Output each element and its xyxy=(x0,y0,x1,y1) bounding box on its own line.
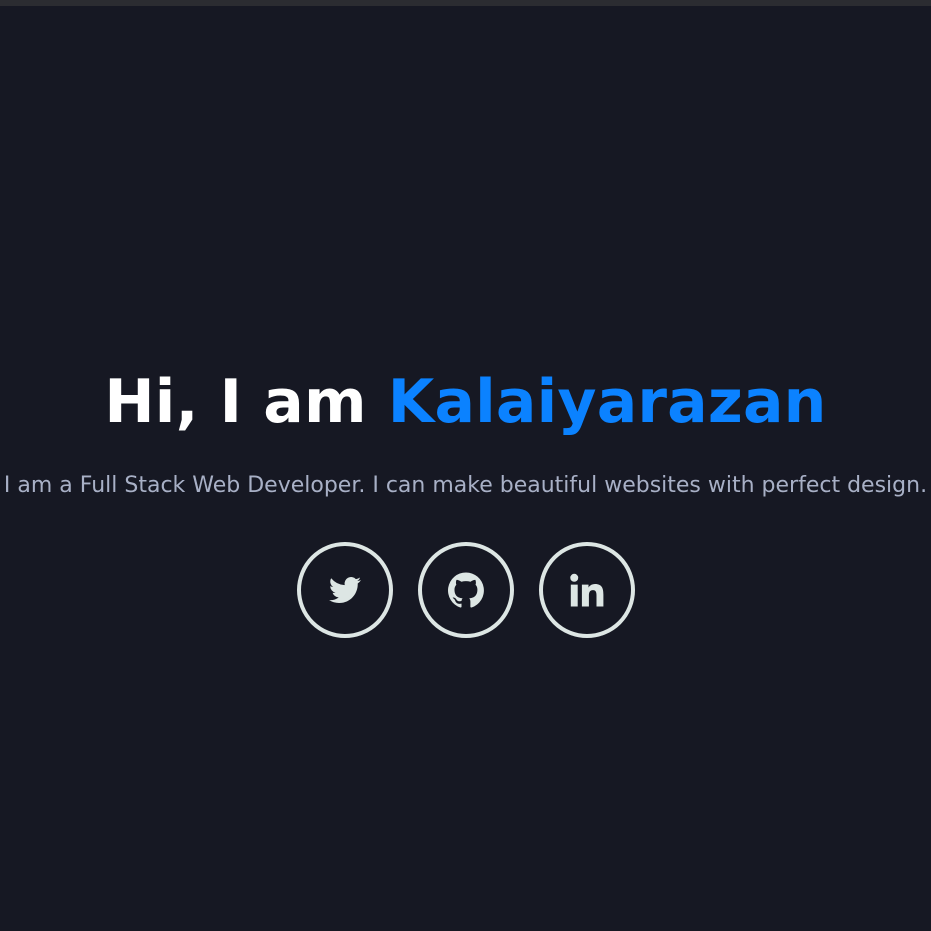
hero-title: Hi, I am Kalaiyarazan xyxy=(0,360,931,444)
linkedin-icon xyxy=(569,573,603,607)
top-strip xyxy=(0,0,931,6)
github-link[interactable] xyxy=(417,542,514,638)
twitter-link[interactable] xyxy=(296,542,393,638)
social-links xyxy=(0,542,931,638)
github-icon xyxy=(447,572,484,608)
twitter-icon xyxy=(328,577,361,603)
hero-name: Kalaiyarazan xyxy=(387,367,827,437)
hero-greeting: Hi, I am xyxy=(104,367,367,437)
hero-section: Hi, I am Kalaiyarazan I am a Full Stack … xyxy=(0,360,931,638)
hero-subtitle: I am a Full Stack Web Developer. I can m… xyxy=(3,473,928,498)
linkedin-link[interactable] xyxy=(538,542,635,638)
